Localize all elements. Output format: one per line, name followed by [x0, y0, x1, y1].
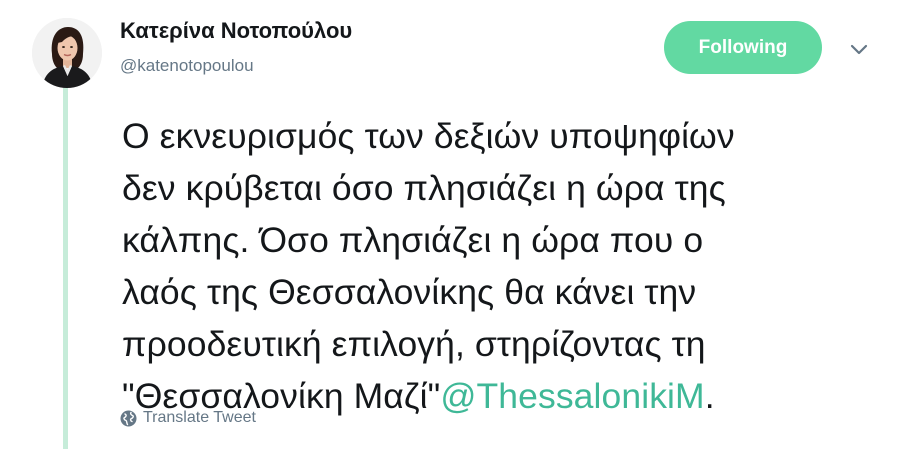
translate-tweet-label: Translate Tweet: [143, 409, 256, 426]
chevron-down-icon[interactable]: [848, 38, 870, 60]
tweet-text-period: .: [704, 376, 715, 416]
following-button-label: Following: [698, 36, 788, 58]
globe-icon: [120, 410, 137, 426]
tweet-text-line: κάλπης. Όσο πλησιάζει η ώρα που ο: [122, 220, 704, 260]
thread-line: [63, 86, 68, 449]
tweet-text-line: λαός της Θεσσαλονίκης θα κάνει την: [122, 272, 697, 312]
avatar[interactable]: [32, 18, 102, 88]
display-name[interactable]: Κατερίνα Νοτοπούλου: [120, 18, 352, 44]
tweet-text-line: προοδευτική επιλογή, στηρίζοντας τη: [122, 324, 706, 364]
tweet-text: Ο εκνευρισμός των δεξιών υποψηφίων δεν κ…: [122, 110, 882, 422]
tweet-text-line: Ο εκνευρισμός των δεξιών υποψηφίων: [122, 116, 735, 156]
following-button[interactable]: Following: [664, 21, 822, 74]
mention-link[interactable]: @ThessalonikiM: [440, 376, 704, 416]
screen-name[interactable]: @katenotopoulou: [120, 56, 254, 76]
tweet-text-line: δεν κρύβεται όσο πλησιάζει η ώρα της: [122, 168, 726, 208]
profile-photo-icon: [32, 18, 102, 88]
translate-tweet-link[interactable]: Translate Tweet: [120, 409, 256, 427]
